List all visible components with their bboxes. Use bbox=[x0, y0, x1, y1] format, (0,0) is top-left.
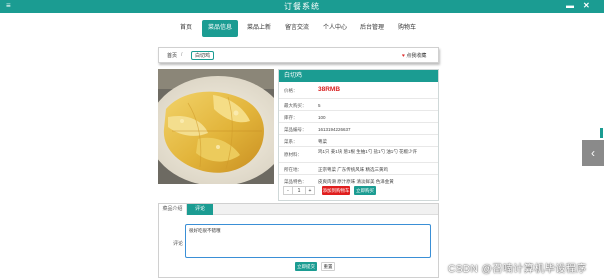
detail-row-ingredients: 原材料： 鸡1只 姜1块 葱1根 生抽1勺 盐1勺 油1勺 花椒少许 bbox=[279, 147, 438, 163]
comments-panel: 菜品介绍 评论 评论 很好吃很不错哦 立即提交 重置 bbox=[158, 203, 439, 278]
detail-row-cuisine: 菜系： 粤菜 bbox=[279, 135, 438, 147]
submit-comment-button[interactable]: 立即提交 bbox=[295, 262, 317, 271]
breadcrumb-separator: / bbox=[181, 52, 183, 58]
detail-label: 菜品编号： bbox=[284, 127, 307, 132]
detail-row-max-buy: 最大购买： 5 bbox=[279, 99, 438, 111]
main-nav: 首页 菜品信息 菜品上新 留言交流 个人中心 后台管理 购物车 bbox=[0, 14, 604, 44]
nav-item-new-dishes[interactable]: 菜品上新 bbox=[241, 20, 277, 37]
detail-label: 最大购买： bbox=[284, 103, 307, 108]
nav-item-admin[interactable]: 后台管理 bbox=[354, 20, 390, 37]
detail-label: 菜系： bbox=[284, 139, 298, 144]
detail-value: 鸡1只 姜1块 葱1根 生抽1勺 盐1勺 油1勺 花椒少许 bbox=[318, 149, 418, 154]
quantity-input[interactable]: 1 bbox=[293, 186, 305, 195]
detail-label: 价格： bbox=[284, 88, 298, 93]
scrollbar-thumb[interactable] bbox=[600, 128, 603, 138]
chevron-left-icon[interactable]: ‹ bbox=[582, 140, 604, 166]
detail-row-location: 所在地： 正宗粤菜 广东传统风味 精选三黄鸡 bbox=[279, 163, 438, 175]
comment-label: 评论 bbox=[173, 241, 184, 247]
dish-name: 白切鸡 bbox=[279, 70, 438, 82]
nav-item-cart[interactable]: 购物车 bbox=[390, 20, 424, 37]
dish-detail-panel: 白切鸡 价格： 38RMB 最大购买： 5 库存： 100 菜品编号： 1613… bbox=[278, 69, 439, 201]
detail-value: 粤菜 bbox=[318, 139, 327, 144]
price-value: 38RMB bbox=[318, 86, 341, 93]
buy-now-button[interactable]: 立即购买 bbox=[354, 186, 376, 195]
detail-value: 正宗粤菜 广东传统风味 精选三黄鸡 bbox=[318, 167, 388, 172]
quantity-minus-button[interactable]: - bbox=[283, 186, 293, 195]
favorite-button[interactable]: ♥ 点我收藏 bbox=[402, 52, 426, 59]
breadcrumb-home[interactable]: 首页 bbox=[167, 52, 177, 59]
app-title-bar: ≡ 订餐系统 ▬ ✕ bbox=[0, 0, 604, 13]
add-to-cart-button[interactable]: 添加到购物车 bbox=[322, 186, 350, 195]
detail-label: 菜品特色： bbox=[284, 179, 307, 184]
heart-icon: ♥ bbox=[402, 53, 405, 59]
nav-item-dishes[interactable]: 菜品信息 bbox=[202, 20, 238, 37]
detail-row-stock: 库存： 100 bbox=[279, 111, 438, 123]
tab-strip bbox=[213, 204, 438, 215]
reset-button[interactable]: 重置 bbox=[321, 262, 335, 271]
nav-item-home[interactable]: 首页 bbox=[168, 20, 204, 37]
detail-row-dish-code: 菜品编号： 1613194226637 bbox=[279, 123, 438, 135]
detail-value: 皮爽肉滑 原汁原味 清淡鲜美 色泽金黄 bbox=[318, 179, 394, 184]
favorite-label: 点我收藏 bbox=[406, 53, 427, 59]
detail-value: 100 bbox=[318, 115, 326, 120]
detail-value: 5 bbox=[318, 103, 321, 108]
detail-label: 库存： bbox=[284, 115, 298, 120]
tab-dish-intro[interactable]: 菜品介绍 bbox=[159, 204, 187, 215]
close-icon[interactable]: ✕ bbox=[583, 1, 590, 10]
dish-image bbox=[158, 69, 274, 184]
breadcrumb-current: 白切鸡 bbox=[191, 51, 215, 60]
app-title: 订餐系统 bbox=[284, 2, 320, 11]
detail-row-price: 价格： 38RMB bbox=[279, 83, 438, 99]
breadcrumb: 首页 / 白切鸡 ♥ 点我收藏 bbox=[158, 47, 439, 63]
quantity-plus-button[interactable]: + bbox=[305, 186, 315, 195]
nav-item-messages[interactable]: 留言交流 bbox=[279, 20, 315, 37]
nav-item-profile[interactable]: 个人中心 bbox=[317, 20, 353, 37]
tab-comments[interactable]: 评论 bbox=[187, 204, 213, 215]
detail-value: 1613194226637 bbox=[318, 127, 351, 132]
watermark: CSDN @召喃计算机毕设程序 bbox=[448, 264, 587, 275]
detail-label: 所在地： bbox=[284, 167, 302, 172]
dish-photo-illustration bbox=[158, 69, 274, 184]
minimize-icon[interactable]: ▬ bbox=[566, 1, 574, 10]
comment-textarea[interactable]: 很好吃很不错哦 bbox=[185, 224, 431, 258]
detail-label: 原材料： bbox=[284, 152, 302, 157]
